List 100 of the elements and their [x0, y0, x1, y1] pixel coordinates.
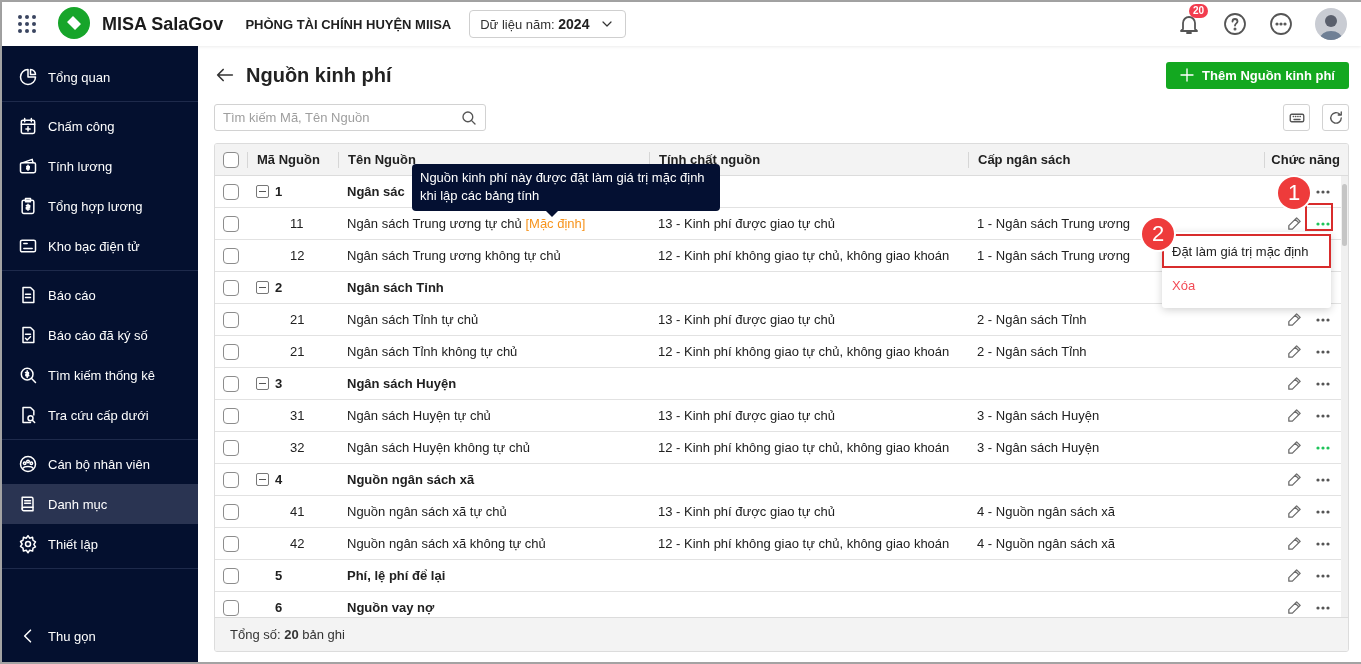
sidebar-item[interactable]: Tính lương — [2, 146, 198, 186]
pencil-icon — [1285, 407, 1303, 424]
expand-toggle[interactable] — [256, 473, 269, 486]
source-code: 42 — [290, 536, 305, 551]
source-nature: 13 - Kinh phí được giao tự chủ — [658, 408, 835, 423]
row-checkbox[interactable] — [223, 375, 239, 392]
sidebar-item[interactable]: Chấm công — [2, 106, 198, 146]
refresh-button[interactable] — [1322, 104, 1349, 131]
step-marker: 2 — [1142, 218, 1174, 250]
source-nature: 12 - Kinh phí không giao tự chủ, không giao khoán — [658, 440, 950, 455]
pencil-icon — [1285, 567, 1303, 584]
more-icon — [1269, 12, 1293, 36]
scrollbar[interactable] — [1341, 176, 1348, 617]
source-name: Ngân sách Huyện — [347, 376, 457, 391]
source-name: Ngân sách Trung ương không tự chủ — [347, 248, 561, 263]
keyboard-button[interactable] — [1283, 104, 1310, 131]
collapse-button[interactable]: Thu gọn — [2, 616, 198, 656]
budget-level: 2 - Ngân sách Tỉnh — [977, 312, 1087, 327]
app-name: MISA SalaGov — [102, 13, 224, 35]
budget-level: 1 - Ngân sách Trung ương — [977, 216, 1131, 231]
row-checkbox[interactable] — [223, 247, 239, 264]
source-code: 4 — [275, 472, 283, 487]
search-icon — [460, 109, 478, 127]
step-marker: 1 — [1278, 177, 1310, 209]
sidebar-item[interactable]: Báo cáo đã ký số — [2, 315, 198, 355]
budget-level: 4 - Nguồn ngân sách xã — [977, 504, 1116, 519]
organization-name: PHÒNG TÀI CHÍNH HUYỆN MIISA — [245, 16, 452, 32]
plus-icon — [1178, 66, 1197, 84]
row-checkbox[interactable] — [223, 503, 239, 520]
app-grid-icon[interactable] — [18, 15, 36, 33]
row-checkbox[interactable] — [223, 599, 239, 616]
sidebar-item[interactable]: Tổng hợp lương — [2, 186, 198, 226]
row-checkbox[interactable] — [223, 183, 239, 200]
pencil-icon — [1285, 471, 1303, 488]
column-header: Cấp ngân sách — [978, 151, 1071, 167]
row-checkbox[interactable] — [223, 343, 239, 360]
sidebar-item[interactable]: Danh mục — [2, 484, 198, 524]
pencil-icon — [1285, 503, 1303, 520]
notification-button[interactable]: 20 — [1177, 4, 1211, 36]
help-button[interactable] — [1223, 12, 1247, 36]
expand-toggle[interactable] — [256, 377, 269, 390]
column-header: Tính chất nguồn — [659, 151, 761, 167]
budget-level: 3 - Ngân sách Huyện — [977, 440, 1100, 455]
source-name: Nguồn ngân sách xã tự chủ — [347, 504, 507, 519]
row-checkbox[interactable] — [223, 535, 239, 552]
budget-level: 3 - Ngân sách Huyện — [977, 408, 1100, 423]
sidebar-item[interactable]: Tổng quan — [2, 57, 198, 97]
clipboard-icon — [18, 196, 38, 216]
row-checkbox[interactable] — [223, 311, 239, 328]
source-code: 5 — [275, 568, 283, 583]
notification-badge: 20 — [1189, 4, 1209, 18]
sidebar-item[interactable]: Tìm kiếm thống kê — [2, 355, 198, 395]
row-checkbox[interactable] — [223, 279, 239, 296]
dots-icon — [1316, 413, 1330, 418]
search-money-icon — [18, 365, 38, 385]
pencil-icon — [1285, 215, 1303, 232]
column-header: Tên Nguồn — [348, 151, 416, 167]
source-code: 6 — [275, 600, 283, 615]
source-nature: 12 - Kinh phí không giao tự chủ, không giao khoán — [658, 536, 950, 551]
sidebar-item[interactable]: Báo cáo — [2, 275, 198, 315]
row-checkbox[interactable] — [223, 567, 239, 584]
dots-icon — [1316, 317, 1330, 322]
year-dropdown[interactable]: Dữ liệu năm: 2024 — [469, 10, 627, 38]
source-code: 1 — [275, 184, 283, 199]
expand-toggle[interactable] — [256, 185, 269, 198]
dots-icon — [1316, 189, 1330, 194]
more-button[interactable] — [1269, 12, 1293, 36]
tooltip-pointer — [546, 211, 558, 217]
sidebar-item[interactable]: Tra cứu cấp dưới — [2, 395, 198, 435]
source-nature: 13 - Kinh phí được giao tự chủ — [658, 504, 835, 519]
sidebar-item[interactable]: Cán bộ nhân viên — [2, 444, 198, 484]
menu-item[interactable]: Xóa — [1162, 268, 1331, 302]
pencil-icon — [1285, 343, 1303, 360]
sidebar-item[interactable]: Thiết lập — [2, 524, 198, 564]
row-checkbox[interactable] — [223, 439, 239, 456]
dots-icon — [1316, 445, 1330, 450]
source-name: Phí, lệ phí để lại — [347, 568, 446, 583]
row-checkbox[interactable] — [223, 471, 239, 488]
source-name: Nguồn ngân sách xã không tự chủ — [347, 536, 546, 551]
source-name: Ngân sách Tỉnh tự chủ — [347, 312, 479, 327]
pie-chart-icon — [18, 67, 38, 87]
search-field[interactable]: Tìm kiếm Mã, Tên Nguồn — [214, 104, 486, 131]
row-checkbox[interactable] — [223, 407, 239, 424]
tooltip: Nguồn kinh phí này được đặt làm giá trị mặc định khi lập các bảng tính — [412, 164, 720, 211]
source-code: 3 — [275, 376, 283, 391]
avatar[interactable] — [1315, 8, 1347, 40]
dots-icon — [1316, 477, 1330, 482]
source-code: 31 — [290, 408, 305, 423]
expand-toggle[interactable] — [256, 281, 269, 294]
record-count: Tổng số: 20 bản ghi — [230, 627, 345, 642]
dots-icon — [1316, 509, 1330, 514]
menu-item[interactable]: Đặt làm giá trị mặc định — [1162, 234, 1331, 268]
help-icon — [1223, 12, 1247, 36]
source-code: 32 — [290, 440, 305, 455]
sidebar-item[interactable]: Kho bạc điện tử — [2, 226, 198, 266]
dots-icon — [1316, 381, 1330, 386]
select-all-checkbox[interactable] — [223, 151, 239, 168]
row-checkbox[interactable] — [223, 215, 239, 232]
source-name: Ngân sách Trung ương tự chủ — [347, 216, 522, 231]
source-nature: 13 - Kinh phí được giao tự chủ — [658, 216, 835, 231]
